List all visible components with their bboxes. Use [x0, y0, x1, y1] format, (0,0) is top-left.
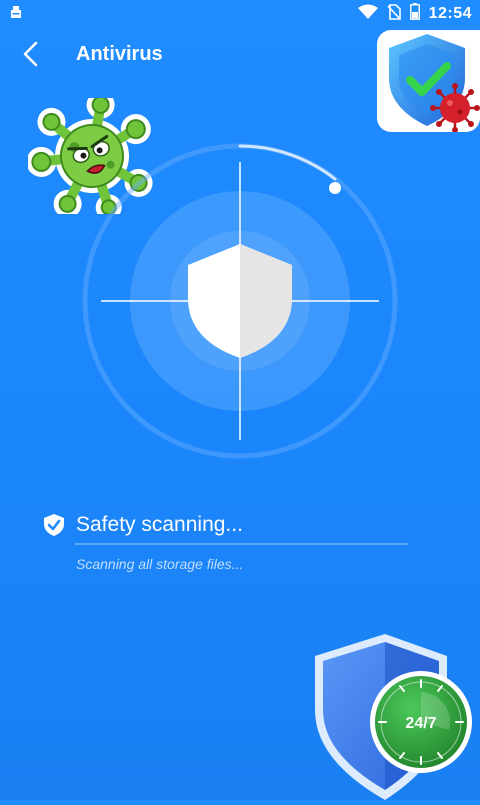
clock-time: 12:54 [428, 5, 472, 22]
chevron-left-icon [23, 41, 38, 67]
scan-status: Safety scanning... [42, 510, 412, 540]
promo-24-7-label: 24/7 [405, 715, 436, 732]
protection-24-7-promo[interactable]: 24/7 [305, 630, 480, 800]
back-button[interactable] [12, 36, 48, 72]
wifi-icon [357, 4, 378, 25]
scan-progress-dot [329, 182, 341, 194]
battery-icon [409, 3, 420, 25]
scan-status-sublabel: Scanning all storage files... [76, 556, 244, 572]
scan-status-label: Safety scanning... [76, 513, 243, 536]
scan-radar [79, 140, 401, 462]
shield-check-icon [44, 514, 64, 536]
status-bar: 12:54 [0, 0, 480, 26]
notification-icon [10, 5, 22, 24]
shield-check-virus-icon [389, 34, 480, 132]
scan-progress-bar [75, 543, 408, 545]
shield-clock-icon: 24/7 [315, 634, 472, 800]
ad-badge[interactable] [377, 30, 480, 132]
page-title: Antivirus [76, 43, 163, 65]
no-sim-icon [386, 3, 401, 25]
